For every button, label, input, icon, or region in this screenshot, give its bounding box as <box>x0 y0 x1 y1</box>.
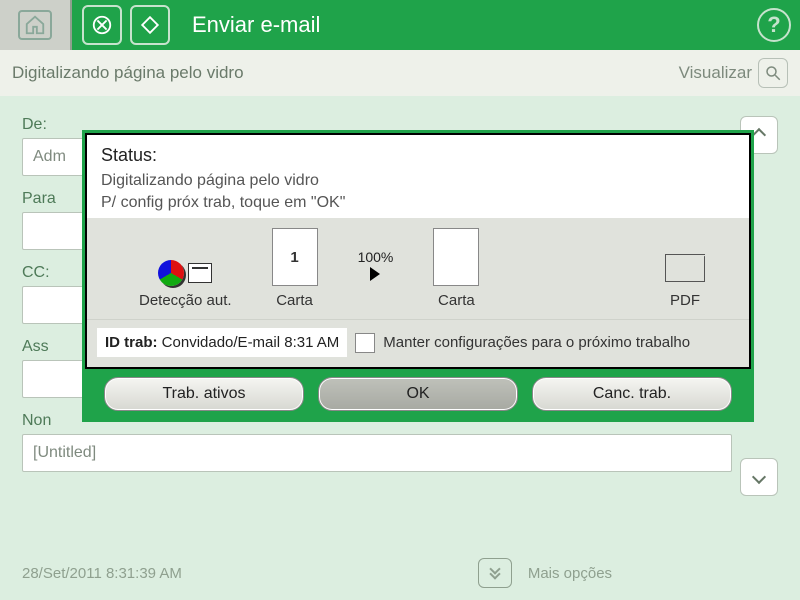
help-button[interactable]: ? <box>757 8 791 42</box>
document-icon <box>188 263 212 283</box>
dest-paper-label: Carta <box>438 292 475 309</box>
envelope-icon <box>665 254 705 282</box>
preview-label: Visualizar <box>679 63 752 83</box>
active-jobs-button[interactable]: Trab. ativos <box>104 377 304 411</box>
scroll-down-button[interactable] <box>740 458 778 496</box>
stop-button[interactable] <box>82 5 122 45</box>
cancel-job-button[interactable]: Canc. trab. <box>532 377 732 411</box>
diamond-icon <box>139 14 161 36</box>
chevron-down-icon <box>752 470 766 484</box>
keep-settings-label: Manter configurações para o próximo trab… <box>383 334 690 351</box>
dest-page-icon <box>433 228 479 286</box>
home-icon <box>18 10 52 40</box>
chevron-double-down-icon <box>491 568 499 578</box>
ok-button[interactable]: OK <box>318 377 518 411</box>
chevron-up-icon <box>752 128 766 142</box>
page-title: Enviar e-mail <box>192 12 320 38</box>
status-line-1: Digitalizando página pelo vidro <box>101 172 735 190</box>
source-page-icon: 1 <box>272 228 318 286</box>
output-format-label: PDF <box>670 292 700 309</box>
progress-percent: 100% <box>358 249 394 265</box>
magnifier-icon <box>758 58 788 88</box>
timestamp: 28/Set/2011 8:31:39 AM <box>22 565 182 582</box>
arrow-right-icon <box>370 267 380 281</box>
more-options-button[interactable] <box>478 558 512 588</box>
source-paper-label: Carta <box>276 292 313 309</box>
status-dialog: Status: Digitalizando página pelo vidro … <box>82 130 754 422</box>
keep-settings-checkbox[interactable] <box>355 333 375 353</box>
status-line-2: P/ config próx trab, toque em "OK" <box>101 194 735 212</box>
status-heading: Status: <box>101 145 735 166</box>
job-id-label: ID trab: <box>105 334 158 351</box>
home-button[interactable] <box>0 0 72 50</box>
more-options-label: Mais opções <box>528 565 612 582</box>
preview-button[interactable]: Visualizar <box>679 58 788 88</box>
job-id-value: Convidado/E-mail 8:31 AM <box>162 334 340 351</box>
color-wheel-icon <box>158 260 184 286</box>
filename-field[interactable]: [Untitled] <box>22 434 732 472</box>
stop-icon <box>91 14 113 36</box>
status-text: Digitalizando página pelo vidro <box>12 63 244 83</box>
detect-label: Detecção aut. <box>139 292 232 309</box>
start-button[interactable] <box>130 5 170 45</box>
